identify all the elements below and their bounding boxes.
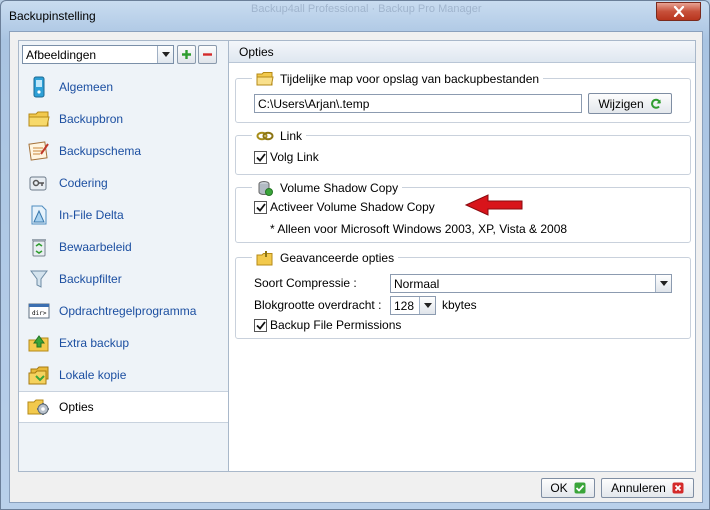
checkbox-check-icon bbox=[254, 150, 267, 164]
folder-tools-icon bbox=[256, 250, 274, 266]
nav-item-extra-backup[interactable]: Extra backup bbox=[19, 327, 235, 359]
svg-text:dir>: dir> bbox=[32, 310, 47, 317]
folder-copy-icon bbox=[27, 363, 51, 387]
block-size-unit: kbytes bbox=[442, 298, 477, 312]
red-arrow-icon bbox=[464, 194, 523, 216]
recycle-bin-icon bbox=[27, 235, 51, 259]
checkbox-check-icon bbox=[254, 200, 267, 214]
compression-label: Soort Compressie : bbox=[254, 276, 357, 290]
window-title: Backupinstelling bbox=[9, 9, 96, 23]
change-folder-button[interactable]: Wijzigen bbox=[588, 93, 672, 114]
disk-icon bbox=[256, 180, 274, 196]
cancel-x-icon bbox=[672, 482, 684, 494]
title-bar[interactable]: Backupinstelling Backup4all Professional… bbox=[1, 1, 709, 31]
plus-icon bbox=[182, 50, 191, 59]
nav-item-backupschema[interactable]: Backupschema bbox=[19, 135, 235, 167]
temp-folder-group: Tijdelijke map voor opslag van backupbes… bbox=[235, 71, 691, 123]
chevron-down-icon[interactable] bbox=[419, 297, 435, 314]
checkbox-check-icon bbox=[254, 318, 267, 332]
vss-note: * Alleen voor Microsoft Windows 2003, XP… bbox=[270, 222, 568, 236]
nav-item-opdrachtregelprogramma[interactable]: dir> Opdrachtregelprogramma bbox=[19, 295, 235, 327]
close-button[interactable] bbox=[656, 2, 701, 21]
options-panel: Opties Tijdelijke map voor opslag van ba… bbox=[228, 40, 696, 472]
link-group-title: Link bbox=[252, 128, 307, 144]
nav-item-backupfilter[interactable]: Backupfilter bbox=[19, 263, 235, 295]
nav-item-backupbron[interactable]: Backupbron bbox=[19, 103, 235, 135]
follow-link-checkbox[interactable]: Volg Link bbox=[254, 150, 319, 164]
link-group: Link Volg Link bbox=[235, 128, 691, 175]
dialog-window: Backupinstelling Backup4all Professional… bbox=[0, 0, 710, 510]
category-panel: Afbeeldingen Algemeen Backupbron Backups… bbox=[18, 40, 236, 472]
nav-item-in-file-delta[interactable]: In-File Delta bbox=[19, 199, 235, 231]
close-icon bbox=[673, 6, 684, 17]
document-icon bbox=[27, 203, 51, 227]
nav-item-codering[interactable]: Codering bbox=[19, 167, 235, 199]
background-window-title: Backup4all Professional · Backup Pro Man… bbox=[251, 3, 482, 15]
block-size-select[interactable]: 128 bbox=[390, 296, 436, 315]
activate-vss-checkbox[interactable]: Activeer Volume Shadow Copy bbox=[254, 200, 435, 214]
profile-row: Afbeeldingen bbox=[22, 45, 232, 65]
cancel-button[interactable]: Annuleren bbox=[601, 478, 694, 498]
chain-link-icon bbox=[256, 128, 274, 144]
temp-folder-group-title: Tijdelijke map voor opslag van backupbes… bbox=[252, 71, 544, 87]
folder-arrow-icon bbox=[27, 331, 51, 355]
volume-shadow-copy-group: Volume Shadow Copy Activeer Volume Shado… bbox=[235, 180, 691, 243]
advanced-group-title: Geavanceerde opties bbox=[252, 250, 399, 266]
compression-select[interactable]: Normaal bbox=[390, 274, 672, 293]
category-list: Algemeen Backupbron Backupschema Coderin… bbox=[19, 71, 235, 423]
checkmark-icon bbox=[574, 482, 586, 494]
command-prompt-icon: dir> bbox=[27, 299, 51, 323]
minus-icon bbox=[203, 53, 212, 56]
folder-open-icon bbox=[256, 71, 274, 87]
backup-file-permissions-checkbox[interactable]: Backup File Permissions bbox=[254, 318, 401, 332]
nav-item-bewaarbeleid[interactable]: Bewaarbeleid bbox=[19, 231, 235, 263]
advanced-options-group: Geavanceerde opties Soort Compressie : N… bbox=[235, 250, 691, 339]
chevron-down-icon[interactable] bbox=[157, 46, 173, 63]
dialog-body: Afbeeldingen Algemeen Backupbron Backups… bbox=[9, 31, 703, 503]
folder-icon bbox=[27, 107, 51, 131]
nav-item-algemeen[interactable]: Algemeen bbox=[19, 71, 235, 103]
profile-select-value: Afbeeldingen bbox=[26, 48, 97, 62]
gears-icon bbox=[27, 395, 51, 419]
vss-group-title: Volume Shadow Copy bbox=[252, 180, 403, 196]
key-icon bbox=[27, 171, 51, 195]
nav-item-lokale-kopie[interactable]: Lokale kopie bbox=[19, 359, 235, 391]
nav-item-opties[interactable]: Opties bbox=[19, 391, 229, 423]
panel-title: Opties bbox=[239, 45, 274, 59]
refresh-icon bbox=[650, 98, 662, 110]
options-panel-header: Opties bbox=[229, 41, 695, 63]
add-profile-button[interactable] bbox=[177, 45, 196, 64]
remove-profile-button[interactable] bbox=[198, 45, 217, 64]
calendar-icon bbox=[27, 139, 51, 163]
block-size-label: Blokgrootte overdracht : bbox=[254, 298, 382, 312]
funnel-icon bbox=[27, 267, 51, 291]
profile-select[interactable]: Afbeeldingen bbox=[22, 45, 174, 64]
ok-button[interactable]: OK bbox=[541, 478, 595, 498]
temp-folder-path-field[interactable]: C:\Users\Arjan\.temp bbox=[254, 94, 582, 113]
phone-icon bbox=[27, 75, 51, 99]
chevron-down-icon[interactable] bbox=[655, 275, 671, 292]
